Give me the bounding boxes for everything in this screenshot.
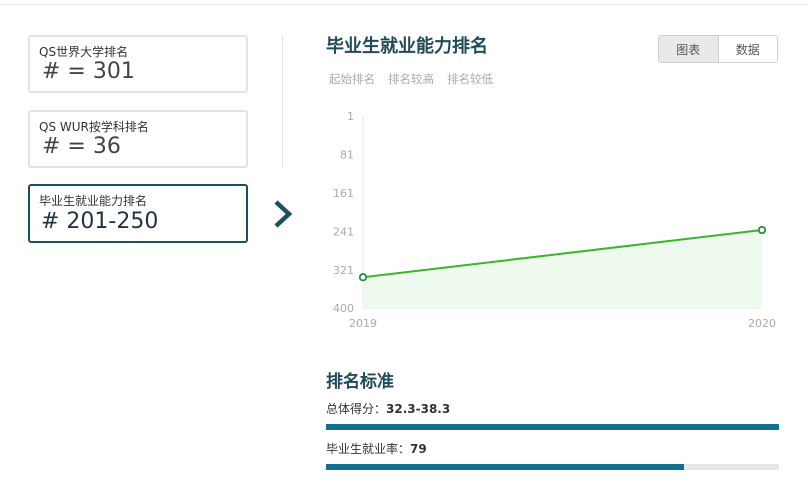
criteria-label-employment: 毕业生就业率：79	[326, 440, 427, 457]
card-qs-world-ranking[interactable]: QS世界大学排名 # = 301	[28, 35, 248, 93]
y-tick-label: 400	[333, 302, 354, 315]
card-label: 毕业生就业能力排名	[39, 194, 148, 208]
card-label: QS WUR按学科排名	[39, 120, 149, 134]
y-tick-label: 161	[333, 187, 354, 200]
tab-lower-rank[interactable]: 排名较低	[447, 71, 493, 87]
view-toggle: 图表 数据	[658, 35, 778, 63]
tab-higher-rank[interactable]: 排名较高	[388, 71, 434, 87]
card-qs-subject-ranking[interactable]: QS WUR按学科排名 # = 36	[28, 110, 248, 168]
top-divider	[0, 0, 808, 5]
card-rank-value: # 201-250	[41, 209, 159, 234]
progress-fill	[326, 424, 779, 430]
y-tick-label: 1	[347, 110, 354, 123]
progress-fill	[326, 464, 684, 470]
y-tick-label: 241	[333, 225, 354, 238]
section-title: 毕业生就业能力排名	[326, 36, 488, 57]
ranking-line-chart: 1 81 161 241 321 400 2019 2020	[333, 110, 776, 330]
progress-bar-employment	[326, 464, 779, 470]
series-area	[363, 230, 762, 308]
y-tick-label: 321	[333, 264, 354, 277]
card-rank-value: # = 301	[42, 59, 135, 84]
chevron-right-icon[interactable]	[270, 198, 296, 230]
progress-bar-overall	[326, 424, 779, 430]
x-tick-label: 2020	[748, 317, 776, 330]
tab-start-rank[interactable]: 起始排名	[329, 71, 375, 87]
y-tick-label: 81	[340, 148, 354, 161]
data-point	[757, 225, 767, 235]
criteria-value: 79	[410, 442, 427, 456]
ranking-filter-tabs: 起始排名 排名较高 排名较低	[329, 71, 493, 87]
data-point	[358, 273, 368, 282]
criteria-value: 32.3-38.3	[386, 402, 451, 416]
vertical-divider	[282, 35, 283, 168]
criteria-label-overall: 总体得分：32.3-38.3	[326, 400, 450, 417]
card-rank-value: # = 36	[42, 134, 121, 159]
data-view-button[interactable]: 数据	[719, 36, 778, 62]
x-tick-label: 2019	[349, 317, 377, 330]
card-label: QS世界大学排名	[39, 45, 129, 59]
card-employability-ranking[interactable]: 毕业生就业能力排名 # 201-250	[28, 184, 248, 243]
criteria-name: 总体得分：	[326, 402, 387, 416]
criteria-name: 毕业生就业率：	[326, 442, 411, 456]
criteria-title: 排名标准	[326, 372, 394, 392]
chart-view-button[interactable]: 图表	[659, 36, 719, 62]
